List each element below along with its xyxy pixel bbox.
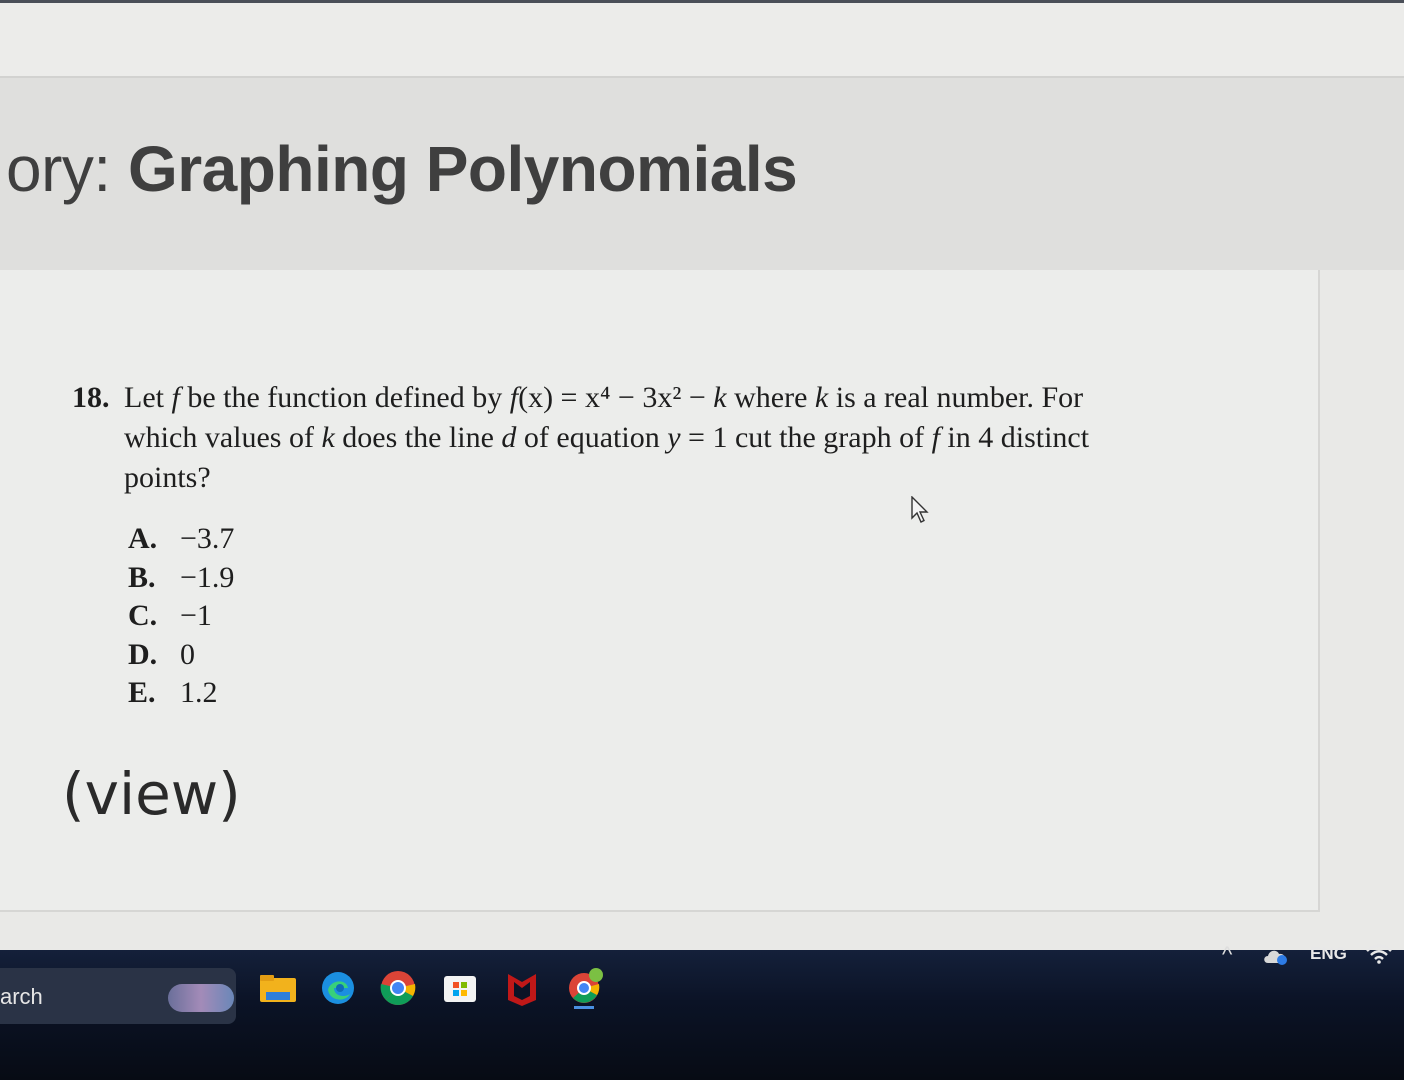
option-value: −1.9 — [180, 560, 235, 594]
q2-c: of equation — [516, 421, 668, 454]
option-letter: C. — [128, 599, 158, 632]
question-line-3: points? — [124, 461, 211, 494]
tray-chevron-icon[interactable]: ^ — [1222, 942, 1232, 968]
option-a[interactable]: A. −3.7 — [128, 520, 234, 559]
q2-k: k — [321, 421, 335, 454]
mcafee-icon[interactable] — [500, 966, 544, 1010]
chrome-profile-icon[interactable] — [562, 966, 606, 1010]
mouse-pointer-icon — [911, 496, 929, 523]
option-e[interactable]: E. 1.2 — [128, 674, 234, 713]
page-title-lead: ory: — [6, 133, 128, 205]
q1-a: Let — [124, 381, 172, 414]
question-number: 18. — [72, 381, 110, 414]
option-value: 1.2 — [180, 676, 218, 709]
question-line-2: which values of k does the line d of equ… — [124, 418, 1262, 458]
q2-d: d — [501, 421, 517, 454]
q1-d: where — [726, 381, 815, 414]
taskbar-search-label: arch — [0, 984, 43, 1009]
page-title-main: Graphing Polynomials — [127, 133, 798, 205]
q2-b: does the line — [334, 421, 502, 454]
view-link[interactable]: (view) — [62, 760, 241, 828]
q1-b: be the function defined by — [179, 381, 510, 414]
language-indicator[interactable]: ENG — [1310, 944, 1347, 964]
q2-a: which values of — [124, 421, 322, 454]
q1-c: (x) = x⁴ − 3x² − — [518, 381, 714, 414]
onedrive-icon[interactable] — [1262, 946, 1290, 966]
browser-top-strip — [0, 0, 1404, 78]
q1-e: is a real number. For — [828, 381, 1084, 414]
file-explorer-icon[interactable] — [256, 966, 300, 1010]
option-d[interactable]: D. 0 — [128, 636, 234, 675]
question-line-1: Let f be the function defined by f(x) = … — [124, 378, 1262, 418]
q1-fx: f — [509, 381, 519, 414]
option-letter: E. — [128, 676, 156, 709]
q2-y: y — [667, 421, 681, 454]
option-value: −1 — [180, 599, 212, 632]
q2-g: in 4 distinct — [939, 421, 1090, 454]
option-b[interactable]: B. −1.9 — [128, 559, 234, 598]
q2-e: = 1 cut the graph of — [680, 421, 932, 454]
option-value: −3.7 — [180, 522, 235, 555]
option-letter: D. — [128, 637, 158, 671]
question-block: 18. Let f be the function defined by f(x… — [72, 378, 1262, 498]
microsoft-store-icon[interactable] — [438, 966, 482, 1010]
page-title: ory: Graphing Polynomials — [6, 132, 798, 206]
q1-k2: k — [814, 381, 829, 414]
option-value: 0 — [180, 637, 195, 671]
option-letter: B. — [128, 560, 156, 594]
edge-icon[interactable] — [316, 966, 360, 1010]
q1-f: f — [171, 381, 180, 414]
option-c[interactable]: C. −1 — [128, 597, 234, 636]
q2-f: f — [931, 421, 940, 454]
q1-k: k — [713, 381, 727, 414]
wifi-icon[interactable] — [1364, 942, 1394, 966]
answer-options: A. −3.7 B. −1.9 C. −1 D. 0 E. 1.2 — [128, 520, 234, 713]
chrome-icon[interactable] — [376, 966, 420, 1010]
option-letter: A. — [128, 522, 158, 555]
search-highlight-icon — [168, 984, 234, 1012]
